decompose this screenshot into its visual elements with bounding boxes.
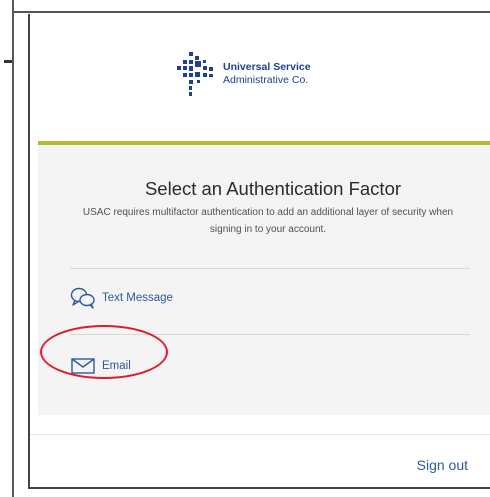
chat-bubbles-icon [70, 287, 95, 309]
logo-wordmark: Universal Service Administrative Co. [223, 61, 311, 87]
page-title: Select an Authentication Factor [144, 178, 402, 199]
sign-out-link[interactable]: Sign out [417, 457, 468, 473]
usac-logo: Universal Service Administrative Co. [177, 50, 311, 98]
usac-logo-mark-icon [177, 52, 213, 96]
brand-header: Universal Service Administrative Co. [30, 14, 490, 144]
left-window-edge [0, 0, 14, 497]
email-highlight-annotation [40, 325, 168, 379]
divider-top [70, 268, 470, 269]
logo-line-2: Administrative Co. [223, 74, 309, 86]
edge-mark [4, 60, 12, 63]
footer-divider [30, 434, 490, 435]
factor-text-message-label: Text Message [102, 292, 173, 304]
page-subtitle: USAC requires multifactor authentication… [82, 207, 454, 235]
logo-line-1: Universal Service [223, 61, 311, 73]
login-frame: Universal Service Administrative Co. Sel… [28, 14, 490, 489]
window-top-border [14, 11, 490, 13]
factor-text-message[interactable]: Text Message [70, 287, 173, 309]
